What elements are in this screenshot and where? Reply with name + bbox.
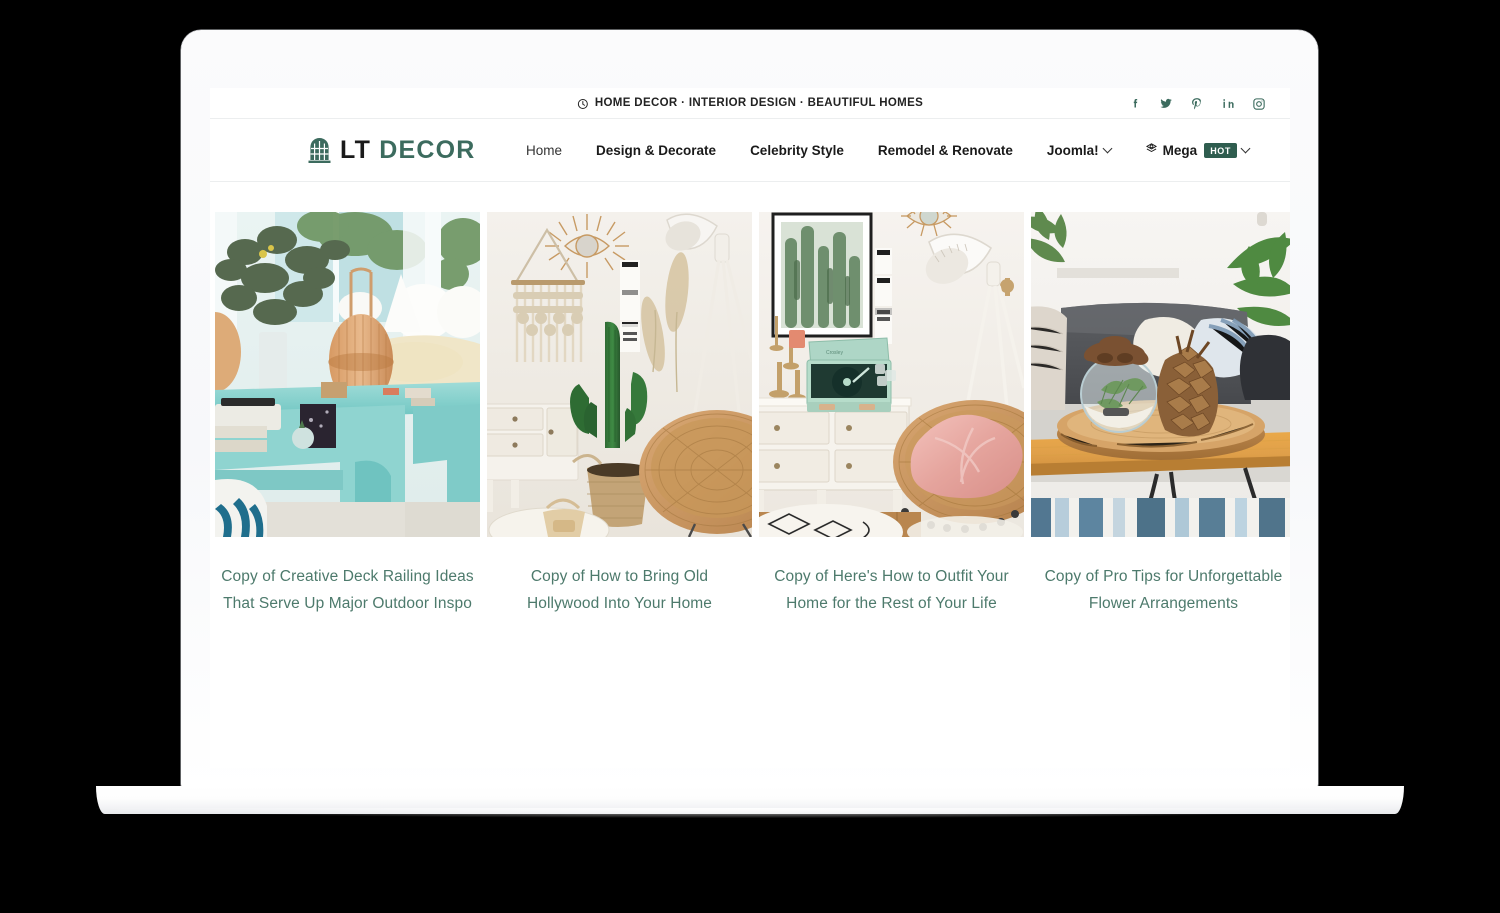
- laptop-mockup: HOME DECOR · INTERIOR DESIGN · BEAUTIFUL…: [0, 0, 1500, 913]
- article-card[interactable]: Copy of Pro Tips for Unforgettable Flowe…: [1031, 212, 1290, 617]
- chevron-down-icon: [1240, 143, 1251, 153]
- brand-name-primary: LT: [340, 135, 372, 164]
- social-links: [1128, 88, 1266, 119]
- wood-slab-coffee-table-pinecones-terrarium: [1031, 212, 1290, 537]
- tagline-text: HOME DECOR · INTERIOR DESIGN · BEAUTIFUL…: [594, 97, 924, 109]
- laptop-screen: HOME DECOR · INTERIOR DESIGN · BEAUTIFUL…: [210, 88, 1290, 768]
- laptop-base-shadow: [96, 808, 1404, 818]
- nav-label: Mega: [1162, 142, 1198, 158]
- living-room-turquoise-console-rattan-lantern: [215, 212, 480, 537]
- nav-item-celebrity-style[interactable]: Celebrity Style: [733, 143, 861, 158]
- instagram-icon[interactable]: [1252, 97, 1266, 111]
- svg-text:Crosley: Crosley: [826, 350, 843, 356]
- clock-icon: [577, 98, 589, 110]
- arched-window-logo-icon: [308, 137, 331, 164]
- article-thumbnail: [1031, 212, 1290, 537]
- article-grid-section: Copy of Creative Deck Railing Ideas That…: [210, 182, 1290, 617]
- nav-item-remodel-renovate[interactable]: Remodel & Renovate: [861, 143, 1030, 158]
- nav-label: Home: [526, 142, 563, 158]
- site-header: LT DECOR Home Design & Decorate Celebrit…: [210, 119, 1290, 182]
- twitter-icon[interactable]: [1159, 97, 1173, 111]
- site-tagline: HOME DECOR · INTERIOR DESIGN · BEAUTIFUL…: [577, 88, 923, 119]
- chevron-down-icon: [1102, 143, 1113, 153]
- mega-menu-icon: [1145, 142, 1158, 158]
- article-thumbnail: Crosley: [759, 212, 1024, 537]
- article-card[interactable]: Copy of Creative Deck Railing Ideas That…: [215, 212, 480, 617]
- facebook-icon[interactable]: [1128, 97, 1142, 111]
- main-navigation: Home Design & Decorate Celebrity Style R…: [509, 142, 1266, 158]
- nav-label: Joomla!: [1046, 142, 1099, 158]
- pinterest-icon[interactable]: [1190, 97, 1204, 111]
- nav-item-joomla[interactable]: Joomla!: [1030, 143, 1128, 158]
- brand-name-secondary: DECOR: [379, 135, 476, 164]
- nav-label: Remodel & Renovate: [877, 142, 1013, 158]
- article-grid: Copy of Creative Deck Railing Ideas That…: [215, 212, 1290, 617]
- status-badge: HOT: [1204, 142, 1237, 158]
- nav-item-mega[interactable]: Mega HOT: [1128, 142, 1266, 158]
- article-title: Copy of Here's How to Outfit Your Home f…: [774, 568, 1009, 612]
- nav-label: Design & Decorate: [596, 142, 717, 158]
- article-title: Copy of How to Bring Old Hollywood Into …: [526, 568, 713, 612]
- boho-room-macrame-cactus-rattan-chair: [487, 212, 752, 537]
- article-thumbnail: [487, 212, 752, 537]
- linkedin-icon[interactable]: [1221, 97, 1235, 111]
- top-bar: HOME DECOR · INTERIOR DESIGN · BEAUTIFUL…: [210, 88, 1290, 119]
- white-dresser-mint-record-player-pink-cushion: Crosley: [759, 212, 1024, 537]
- article-thumbnail: [215, 212, 480, 537]
- nav-label: Celebrity Style: [750, 142, 844, 158]
- nav-item-design-decorate[interactable]: Design & Decorate: [579, 143, 733, 158]
- brand-wordmark: LT DECOR: [340, 136, 476, 165]
- article-title: Copy of Creative Deck Railing Ideas That…: [221, 568, 474, 612]
- nav-item-home[interactable]: Home: [509, 143, 579, 158]
- article-card[interactable]: Copy of How to Bring Old Hollywood Into …: [487, 212, 752, 617]
- article-card[interactable]: Crosley Copy of Here's How to Outfit You…: [759, 212, 1024, 617]
- site-logo[interactable]: LT DECOR: [308, 136, 476, 165]
- article-title: Copy of Pro Tips for Unforgettable Flowe…: [1044, 568, 1283, 612]
